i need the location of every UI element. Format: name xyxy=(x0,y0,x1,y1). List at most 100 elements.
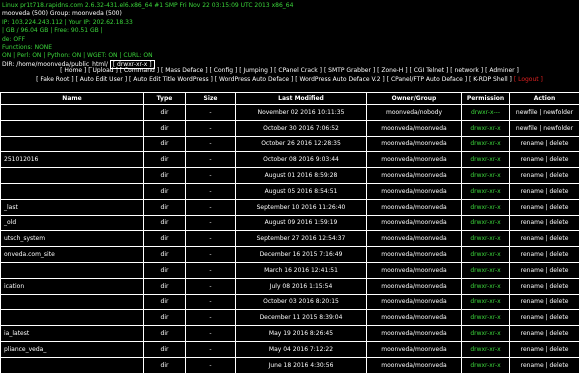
menu-k-rdp-shell[interactable]: [ K-RDP Shell ] xyxy=(469,76,512,83)
file-name-link[interactable] xyxy=(1,136,144,152)
file-name-link[interactable]: utsch_system xyxy=(1,231,144,247)
file-actions[interactable]: rename | delete xyxy=(510,262,579,278)
file-actions[interactable]: rename | delete xyxy=(510,215,579,231)
file-name-link[interactable]: ia_latest xyxy=(1,326,144,342)
file-permission[interactable]: drwxr-xr-x xyxy=(462,247,510,263)
menu-command[interactable]: [ Command ] xyxy=(120,67,159,74)
file-name-link[interactable] xyxy=(1,310,144,326)
file-owner-group: moonveda/moonveda xyxy=(367,120,462,136)
menu-cpanel-ftp-auto-deface[interactable]: [ CPanel/FTP Auto Deface ] xyxy=(387,76,467,83)
file-name-link[interactable] xyxy=(1,168,144,184)
file-name-link[interactable]: _last xyxy=(1,199,144,215)
file-permission[interactable]: drwxr-xr-x xyxy=(462,168,510,184)
file-permission[interactable]: drwxr-xr-x xyxy=(462,310,510,326)
file-permission[interactable]: drwxr-xr-x xyxy=(462,262,510,278)
file-name-link[interactable]: pliance_veda_ xyxy=(1,341,144,357)
file-actions[interactable]: rename | delete xyxy=(510,326,579,342)
file-name-link[interactable]: _old xyxy=(1,215,144,231)
menu-smtp-grabber[interactable]: [ SMTP Grabber ] xyxy=(324,67,375,74)
file-owner-group: moonveda/moonveda xyxy=(367,310,462,326)
menu-auto-edit-title-wordpress[interactable]: [ Auto Edit Title WordPress ] xyxy=(129,76,213,83)
file-size: - xyxy=(186,215,236,231)
file-actions[interactable]: rename | delete xyxy=(510,183,579,199)
menu-auto-edit-user[interactable]: [ Auto Edit User ] xyxy=(76,76,128,83)
file-size: - xyxy=(186,183,236,199)
safe-mode-line: de: OFF xyxy=(2,36,293,44)
menu-zone-h[interactable]: [ Zone-H ] xyxy=(377,67,407,74)
file-owner-group: moonveda/moonveda xyxy=(367,215,462,231)
file-actions[interactable]: newfile | newfolder xyxy=(510,105,579,121)
file-permission[interactable]: drwxr-xr-x xyxy=(462,294,510,310)
file-size: - xyxy=(186,357,236,373)
file-actions[interactable]: rename | delete xyxy=(510,136,579,152)
menu-fake-root[interactable]: [ Fake Root ] xyxy=(36,76,74,83)
file-actions[interactable]: rename | delete xyxy=(510,278,579,294)
uname-line: Linux pr1t718.rapidns.com 2.6.32-431.el6… xyxy=(2,2,293,10)
file-actions[interactable]: rename | delete xyxy=(510,357,579,373)
file-permission[interactable]: drwxr-xr-x xyxy=(462,120,510,136)
menu-cpanel-crack[interactable]: [ CPanel Crack ] xyxy=(274,67,322,74)
file-actions[interactable]: rename | delete xyxy=(510,168,579,184)
menu-row-2: [ Fake Root ] [ Auto Edit User ] [ Auto … xyxy=(0,75,579,84)
file-owner-group: moonveda/moonveda xyxy=(367,326,462,342)
file-name-link[interactable] xyxy=(1,262,144,278)
table-row: icationdir-July 08 2016 1:15:54moonveda/… xyxy=(1,278,579,294)
file-size: - xyxy=(186,105,236,121)
file-name-link[interactable] xyxy=(1,357,144,373)
file-permission[interactable]: drwxr-xr-x xyxy=(462,152,510,168)
file-permission[interactable]: drwxr-xr-x xyxy=(462,278,510,294)
menu-home[interactable]: [ Home ] xyxy=(60,67,86,74)
file-modified: October 30 2016 7:06:52 xyxy=(236,120,367,136)
column-header-name: Name xyxy=(1,93,144,105)
file-modified: October 08 2016 9:03:44 xyxy=(236,152,367,168)
file-type: dir xyxy=(144,152,186,168)
file-actions[interactable]: rename | delete xyxy=(510,341,579,357)
menu-cgi-telnet[interactable]: [ CGI Telnet ] xyxy=(409,67,448,74)
file-name-link[interactable]: onveda.com_site xyxy=(1,247,144,263)
file-permission[interactable]: drwxr-xr-x xyxy=(462,183,510,199)
file-permission[interactable]: drwxr-xr-x xyxy=(462,357,510,373)
file-actions[interactable]: rename | delete xyxy=(510,247,579,263)
file-permission[interactable]: drwxr-xr-x xyxy=(462,341,510,357)
file-modified: October 03 2016 8:20:15 xyxy=(236,294,367,310)
file-name-link[interactable] xyxy=(1,294,144,310)
file-name-link[interactable] xyxy=(1,105,144,121)
file-type: dir xyxy=(144,247,186,263)
file-name-link[interactable] xyxy=(1,120,144,136)
menu-network[interactable]: [ network ] xyxy=(450,67,483,74)
file-modified: July 08 2016 1:15:54 xyxy=(236,278,367,294)
file-permission[interactable]: drwxr-xr-x xyxy=(462,136,510,152)
file-name-link[interactable] xyxy=(1,183,144,199)
file-owner-group: moonveda/moonveda xyxy=(367,341,462,357)
file-type: dir xyxy=(144,168,186,184)
menu-wordpress-auto-deface[interactable]: [ WordPress Auto Deface ] xyxy=(215,76,294,83)
file-actions[interactable]: rename | delete xyxy=(510,294,579,310)
file-actions[interactable]: rename | delete xyxy=(510,310,579,326)
file-permission[interactable]: drwxr-x--- xyxy=(462,105,510,121)
file-size: - xyxy=(186,326,236,342)
menu-adminer[interactable]: [ Adminer ] xyxy=(485,67,519,74)
file-permission[interactable]: drwxr-xr-x xyxy=(462,231,510,247)
file-owner-group: moonveda/moonveda xyxy=(367,136,462,152)
file-actions[interactable]: rename | delete xyxy=(510,231,579,247)
table-row: dir-October 30 2016 7:06:52moonveda/moon… xyxy=(1,120,579,136)
file-size: - xyxy=(186,152,236,168)
user-line: mooveda (500) Group: moonveda (500) xyxy=(2,10,293,18)
file-name-link[interactable]: ication xyxy=(1,278,144,294)
menu-config[interactable]: [ Config ] xyxy=(210,67,238,74)
file-permission[interactable]: drwxr-xr-x xyxy=(462,199,510,215)
menu-wordpress-auto-deface-v-2[interactable]: [ WordPress Auto Deface V.2 ] xyxy=(295,76,385,83)
menu-upload[interactable]: [ Upload ] xyxy=(88,67,118,74)
file-actions[interactable]: rename | delete xyxy=(510,199,579,215)
table-row: dir-November 02 2016 10:11:35moonveda/no… xyxy=(1,105,579,121)
file-size: - xyxy=(186,262,236,278)
file-permission[interactable]: drwxr-xr-x xyxy=(462,326,510,342)
menu-mass-deface[interactable]: [ Mass Deface ] xyxy=(161,67,208,74)
menu-jumping[interactable]: [ Jumping ] xyxy=(239,67,272,74)
table-row: dir-August 05 2016 8:54:51moonveda/moonv… xyxy=(1,183,579,199)
file-actions[interactable]: rename | delete xyxy=(510,152,579,168)
file-permission[interactable]: drwxr-xr-x xyxy=(462,215,510,231)
menu-logout[interactable]: [ Logout ] xyxy=(514,76,543,83)
file-actions[interactable]: newfile | newfolder xyxy=(510,120,579,136)
file-name-link[interactable]: 251012016 xyxy=(1,152,144,168)
